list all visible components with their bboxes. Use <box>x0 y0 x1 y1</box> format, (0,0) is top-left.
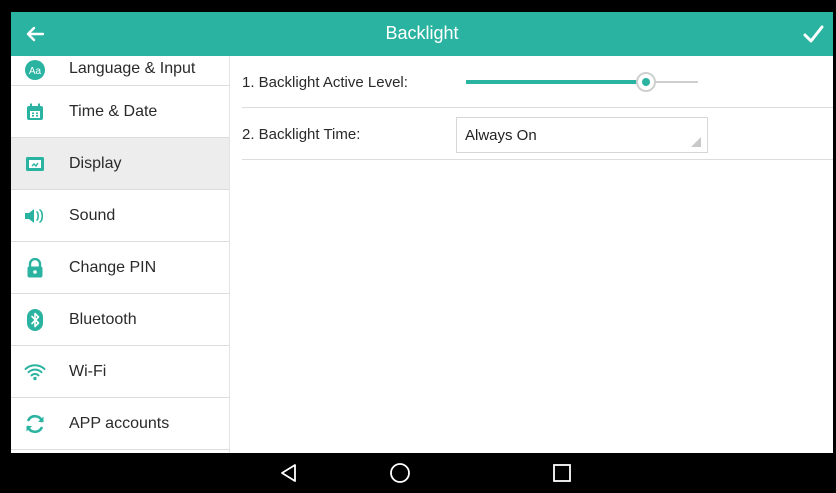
wifi-icon <box>23 360 47 384</box>
sidebar-item-bluetooth[interactable]: Bluetooth <box>11 294 229 346</box>
phone-screen: Backlight Aa Language & Input Time & Dat… <box>9 12 835 493</box>
title-bar: Backlight <box>11 12 833 56</box>
setting-label: 2. Backlight Time: <box>242 126 361 143</box>
select-value: Always On <box>465 127 537 144</box>
setting-row-backlight-time: 2. Backlight Time: Always On <box>242 108 833 160</box>
bluetooth-icon <box>23 308 47 332</box>
display-icon <box>23 152 47 176</box>
speaker-icon <box>23 204 47 228</box>
slider-fill <box>466 80 645 84</box>
nav-home-icon[interactable] <box>388 461 412 485</box>
sidebar-item-wifi[interactable]: Wi-Fi <box>11 346 229 398</box>
system-nav-bar <box>11 453 833 493</box>
sidebar-item-language[interactable]: Aa Language & Input <box>11 56 229 86</box>
sidebar-item-sound[interactable]: Sound <box>11 190 229 242</box>
sidebar-item-label: APP accounts <box>69 415 170 432</box>
setting-row-active-level: 1. Backlight Active Level: <box>242 56 833 108</box>
slider-thumb[interactable] <box>635 72 656 92</box>
sidebar-item-app-accounts[interactable]: APP accounts <box>11 398 229 450</box>
svg-text:Aa: Aa <box>29 66 42 77</box>
sidebar-item-label: Display <box>69 155 122 172</box>
nav-recent-icon[interactable] <box>550 461 574 485</box>
sidebar-item-label: Change PIN <box>69 259 157 276</box>
sidebar-item-change-pin[interactable]: Change PIN <box>11 242 229 294</box>
sidebar-item-label: Sound <box>69 207 116 224</box>
lock-icon <box>23 256 47 280</box>
setting-label: 1. Backlight Active Level: <box>242 74 408 91</box>
settings-panel: 1. Backlight Active Level: 2. Backlight … <box>230 56 833 453</box>
sidebar-item-display[interactable]: Display <box>11 138 229 190</box>
backlight-time-select[interactable]: Always On <box>456 117 708 153</box>
sidebar-item-label: Language & Input <box>69 60 196 77</box>
sidebar-item-label: Time & Date <box>69 103 158 120</box>
sync-icon <box>23 412 47 436</box>
sidebar-item-time-date[interactable]: Time & Date <box>11 86 229 138</box>
language-icon: Aa <box>23 58 47 82</box>
checkmark-icon[interactable] <box>799 20 827 48</box>
page-title: Backlight <box>385 23 459 43</box>
dropdown-corner-icon <box>691 137 701 147</box>
sidebar-item-label: Wi-Fi <box>69 363 107 380</box>
sidebar-item-label: Bluetooth <box>69 311 137 328</box>
backlight-level-slider[interactable] <box>466 72 698 92</box>
nav-back-icon[interactable] <box>277 461 301 485</box>
calendar-icon <box>23 100 47 124</box>
settings-sidebar: Aa Language & Input Time & Date Display … <box>11 56 230 453</box>
